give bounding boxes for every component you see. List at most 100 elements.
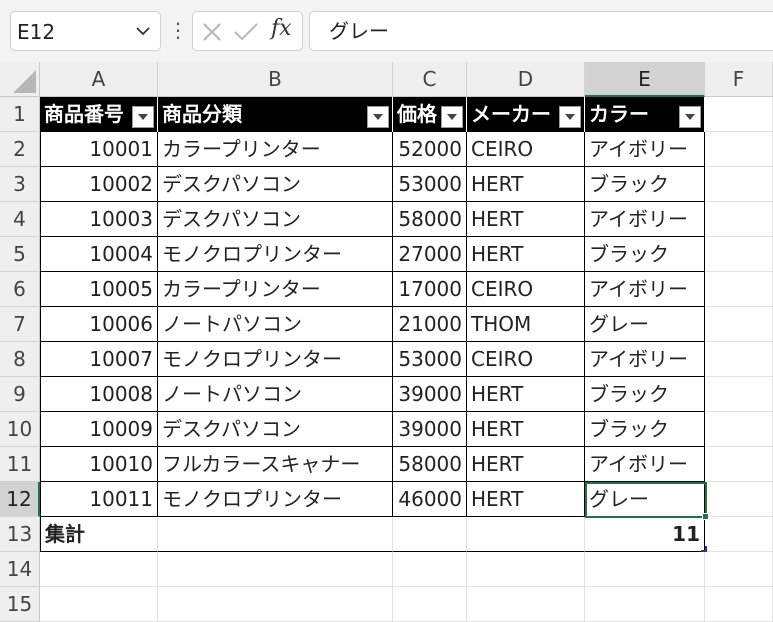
cancel-icon[interactable] — [201, 21, 223, 43]
table-cell[interactable]: 39000 — [393, 377, 467, 412]
cell[interactable] — [705, 587, 773, 622]
table-header-cell[interactable]: メーカー — [467, 97, 585, 132]
filter-dropdown-icon[interactable] — [679, 106, 701, 128]
table-cell[interactable]: 10007 — [40, 342, 158, 377]
cell[interactable] — [585, 587, 705, 622]
table-cell[interactable]: ブラック — [585, 412, 705, 447]
table-cell[interactable]: 10006 — [40, 307, 158, 342]
cell[interactable] — [705, 237, 773, 272]
row-header-4[interactable]: 4 — [0, 202, 40, 237]
column-header-e[interactable]: E — [585, 62, 705, 97]
column-header-d[interactable]: D — [467, 62, 585, 97]
column-header-b[interactable]: B — [158, 62, 393, 97]
table-cell[interactable]: モノクロプリンター — [158, 237, 393, 272]
table-cell[interactable]: アイボリー — [585, 202, 705, 237]
table-cell[interactable]: CEIRO — [467, 342, 585, 377]
cell[interactable] — [467, 587, 585, 622]
table-cell[interactable]: デスクパソコン — [158, 202, 393, 237]
table-cell[interactable]: 10003 — [40, 202, 158, 237]
table-cell[interactable]: HERT — [467, 237, 585, 272]
row-header-9[interactable]: 9 — [0, 377, 40, 412]
cell[interactable] — [705, 97, 773, 132]
name-box[interactable]: E12 — [10, 11, 161, 51]
total-row-cell[interactable] — [393, 517, 467, 552]
table-cell[interactable]: 53000 — [393, 167, 467, 202]
cell[interactable] — [393, 587, 467, 622]
column-header-f[interactable]: F — [705, 62, 773, 97]
table-header-cell[interactable]: 価格 — [393, 97, 467, 132]
chevron-down-icon[interactable] — [136, 26, 150, 36]
table-cell[interactable]: HERT — [467, 202, 585, 237]
table-cell[interactable]: デスクパソコン — [158, 412, 393, 447]
table-cell[interactable]: 10004 — [40, 237, 158, 272]
table-cell[interactable]: THOM — [467, 307, 585, 342]
more-options-icon[interactable]: ⋮ — [168, 11, 188, 51]
table-cell[interactable]: グレー — [585, 482, 705, 517]
cell[interactable] — [40, 552, 158, 587]
cell[interactable] — [705, 517, 773, 552]
table-header-cell[interactable]: カラー — [585, 97, 705, 132]
table-cell[interactable]: 53000 — [393, 342, 467, 377]
total-label-cell[interactable]: 集計 — [40, 517, 158, 552]
select-all-corner[interactable] — [0, 62, 40, 97]
row-header-1[interactable]: 1 — [0, 97, 40, 132]
table-cell[interactable]: アイボリー — [585, 132, 705, 167]
row-header-6[interactable]: 6 — [0, 272, 40, 307]
table-cell[interactable]: 10001 — [40, 132, 158, 167]
cell[interactable] — [467, 552, 585, 587]
table-cell[interactable]: ブラック — [585, 167, 705, 202]
table-cell[interactable]: 10002 — [40, 167, 158, 202]
row-header-11[interactable]: 11 — [0, 447, 40, 482]
row-header-12[interactable]: 12 — [0, 482, 40, 517]
row-header-8[interactable]: 8 — [0, 342, 40, 377]
row-header-14[interactable]: 14 — [0, 552, 40, 587]
filter-dropdown-icon[interactable] — [132, 106, 154, 128]
cell[interactable] — [158, 552, 393, 587]
cell[interactable] — [705, 272, 773, 307]
row-header-13[interactable]: 13 — [0, 517, 40, 552]
table-cell[interactable]: アイボリー — [585, 342, 705, 377]
table-cell[interactable]: HERT — [467, 447, 585, 482]
table-header-cell[interactable]: 商品分類 — [158, 97, 393, 132]
formula-input[interactable]: グレー — [309, 11, 773, 51]
row-header-15[interactable]: 15 — [0, 587, 40, 622]
select-all-triangle-icon[interactable] — [0, 62, 40, 97]
table-cell[interactable]: 46000 — [393, 482, 467, 517]
table-cell[interactable]: カラープリンター — [158, 272, 393, 307]
table-cell[interactable]: HERT — [467, 482, 585, 517]
table-cell[interactable]: HERT — [467, 167, 585, 202]
total-row-cell[interactable] — [467, 517, 585, 552]
cell[interactable] — [158, 587, 393, 622]
insert-function-icon[interactable]: fx — [271, 16, 292, 41]
table-cell[interactable]: ブラック — [585, 377, 705, 412]
table-cell[interactable]: 10005 — [40, 272, 158, 307]
table-cell[interactable]: 21000 — [393, 307, 467, 342]
cell[interactable] — [40, 587, 158, 622]
table-cell[interactable]: グレー — [585, 307, 705, 342]
table-cell[interactable]: アイボリー — [585, 447, 705, 482]
filter-dropdown-icon[interactable] — [367, 106, 389, 128]
table-cell[interactable]: アイボリー — [585, 272, 705, 307]
row-header-3[interactable]: 3 — [0, 167, 40, 202]
cell[interactable] — [393, 552, 467, 587]
cell[interactable] — [705, 342, 773, 377]
table-cell[interactable]: ノートパソコン — [158, 377, 393, 412]
cell[interactable] — [585, 552, 705, 587]
cell[interactable] — [705, 132, 773, 167]
table-resize-handle[interactable] — [701, 546, 707, 552]
table-cell[interactable]: モノクロプリンター — [158, 342, 393, 377]
total-value-cell[interactable]: 11 — [585, 517, 705, 552]
column-header-c[interactable]: C — [393, 62, 467, 97]
table-cell[interactable]: 10008 — [40, 377, 158, 412]
table-cell[interactable]: HERT — [467, 377, 585, 412]
table-cell[interactable]: HERT — [467, 412, 585, 447]
cell[interactable] — [705, 307, 773, 342]
table-header-cell[interactable]: 商品番号 — [40, 97, 158, 132]
cell[interactable] — [705, 412, 773, 447]
table-cell[interactable]: ノートパソコン — [158, 307, 393, 342]
row-header-10[interactable]: 10 — [0, 412, 40, 447]
table-cell[interactable]: 39000 — [393, 412, 467, 447]
table-cell[interactable]: 10009 — [40, 412, 158, 447]
table-cell[interactable]: 17000 — [393, 272, 467, 307]
row-header-7[interactable]: 7 — [0, 307, 40, 342]
